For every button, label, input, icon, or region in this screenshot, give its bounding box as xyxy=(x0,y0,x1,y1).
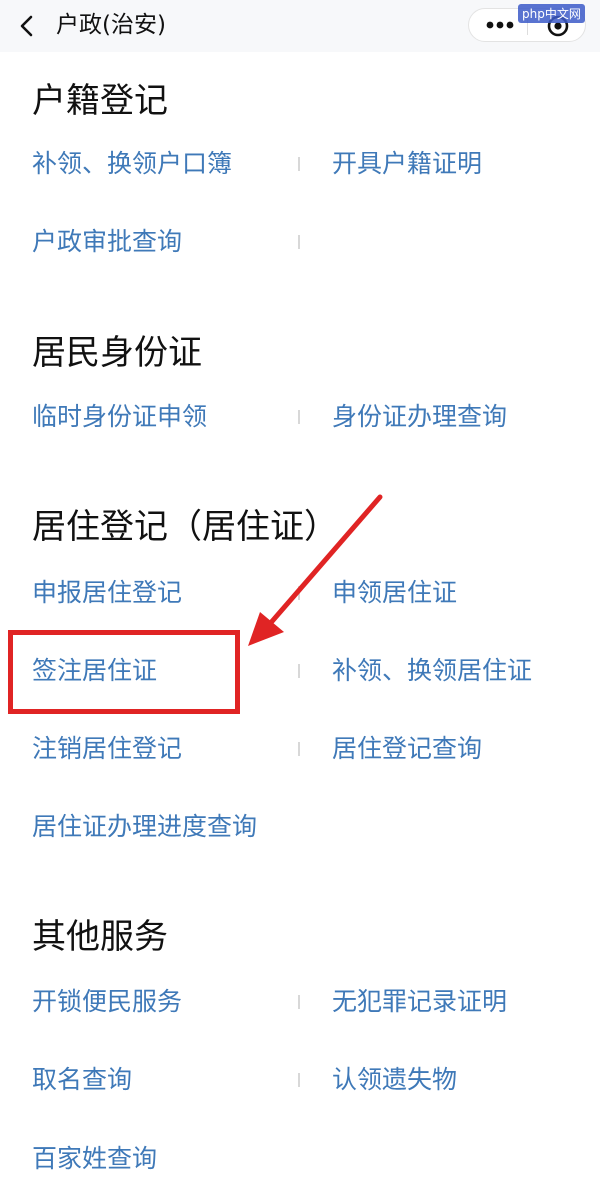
link-claim-lost-property[interactable]: 认领遗失物 xyxy=(332,1064,457,1096)
column-divider xyxy=(298,995,300,1009)
more-options-icon[interactable] xyxy=(483,18,517,32)
link-name-query[interactable]: 取名查询 xyxy=(32,1064,132,1096)
column-divider xyxy=(298,586,300,600)
link-no-criminal-record-certificate[interactable]: 无犯罪记录证明 xyxy=(332,986,507,1018)
column-divider xyxy=(298,410,300,424)
link-apply-residence-permit[interactable]: 申领居住证 xyxy=(332,577,457,609)
link-reissue-household-booklet[interactable]: 补领、换领户口簿 xyxy=(32,148,232,180)
link-household-certificate[interactable]: 开具户籍证明 xyxy=(332,148,482,180)
link-surname-query[interactable]: 百家姓查询 xyxy=(32,1143,157,1175)
link-cancel-residence-registration[interactable]: 注销居住登记 xyxy=(32,733,182,765)
column-divider xyxy=(298,235,300,249)
section-title-resident-id-card: 居民身份证 xyxy=(32,333,202,373)
watermark-logo: php中文网 xyxy=(518,4,585,23)
section-title-household-registration: 户籍登记 xyxy=(32,81,168,121)
link-temporary-id-application[interactable]: 临时身份证申领 xyxy=(32,401,207,433)
section-title-other-services: 其他服务 xyxy=(32,917,168,957)
page-title: 户政(治安) xyxy=(56,12,166,38)
link-locksmith-service[interactable]: 开锁便民服务 xyxy=(32,986,182,1018)
column-divider xyxy=(298,157,300,171)
section-title-residence-registration: 居住登记（居住证） xyxy=(32,507,338,547)
column-divider xyxy=(298,664,300,678)
link-residence-registration-query[interactable]: 居住登记查询 xyxy=(332,733,482,765)
link-residence-permit-progress-query[interactable]: 居住证办理进度查询 xyxy=(32,811,257,843)
top-navigation-bar: 户政(治安) php中文网 xyxy=(0,0,600,52)
highlight-box xyxy=(8,630,240,714)
column-divider xyxy=(298,1073,300,1087)
link-reissue-residence-permit[interactable]: 补领、换领居住证 xyxy=(332,655,532,687)
back-arrow-icon[interactable] xyxy=(16,14,38,38)
link-id-card-processing-query[interactable]: 身份证办理查询 xyxy=(332,401,507,433)
link-household-approval-query[interactable]: 户政审批查询 xyxy=(32,226,182,258)
link-declare-residence-registration[interactable]: 申报居住登记 xyxy=(32,577,182,609)
column-divider xyxy=(298,742,300,756)
